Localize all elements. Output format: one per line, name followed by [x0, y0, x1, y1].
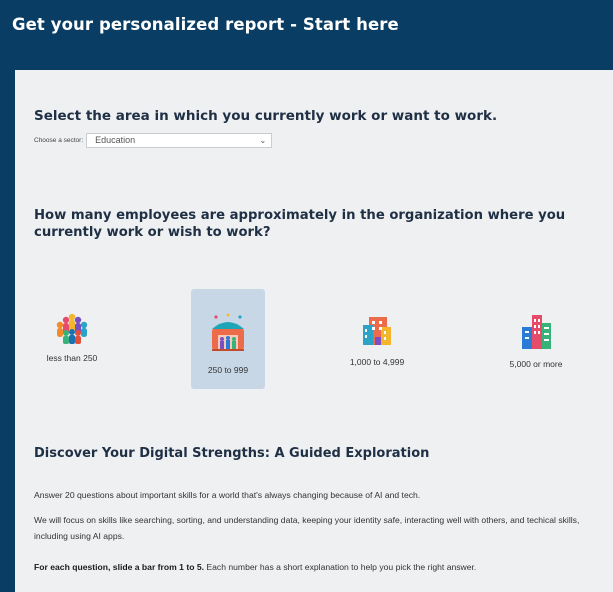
chevron-down-icon: ⌄ — [259, 136, 267, 145]
discover-paragraph-1: Answer 20 questions about important skil… — [34, 490, 421, 500]
medium-team-icon — [212, 313, 244, 351]
slider-instruction-rest: Each number has a short explanation to h… — [204, 562, 477, 572]
size-option-label: 5,000 or more — [509, 359, 563, 369]
sector-label: Choose a sector: — [34, 137, 84, 144]
size-option-label: less than 250 — [46, 353, 98, 363]
size-option-less-than-250[interactable]: less than 250 — [35, 289, 109, 389]
size-option-250-to-999[interactable]: 250 to 999 — [191, 289, 265, 389]
content-panel: Select the area in which you currently w… — [15, 70, 613, 592]
sector-heading: Select the area in which you currently w… — [34, 108, 498, 124]
size-heading: How many employees are approximately in … — [34, 208, 566, 240]
size-option-label: 250 to 999 — [207, 365, 249, 375]
small-team-icon — [56, 313, 88, 344]
office-building-icon — [363, 317, 391, 345]
sector-select[interactable]: Education ⌄ — [86, 133, 273, 148]
sector-select-value: Education — [95, 135, 136, 145]
skyscraper-icon — [522, 315, 551, 349]
size-option-5000-or-more[interactable]: 5,000 or more — [499, 289, 573, 389]
discover-heading: Discover Your Digital Strengths: A Guide… — [34, 446, 430, 461]
size-option-label: 1,000 to 4,999 — [349, 357, 405, 367]
size-option-1000-to-4999[interactable]: 1,000 to 4,999 — [340, 289, 414, 389]
discover-paragraph-3: For each question, slide a bar from 1 to… — [34, 559, 612, 575]
slider-instruction: For each question, slide a bar from 1 to… — [34, 562, 205, 572]
page-title: Get your personalized report - Start her… — [12, 15, 399, 34]
page-header: Get your personalized report - Start her… — [0, 0, 613, 70]
discover-paragraph-2: We will focus on skills like searching, … — [34, 515, 580, 541]
sector-row: Choose a sector: Education ⌄ — [34, 133, 273, 148]
